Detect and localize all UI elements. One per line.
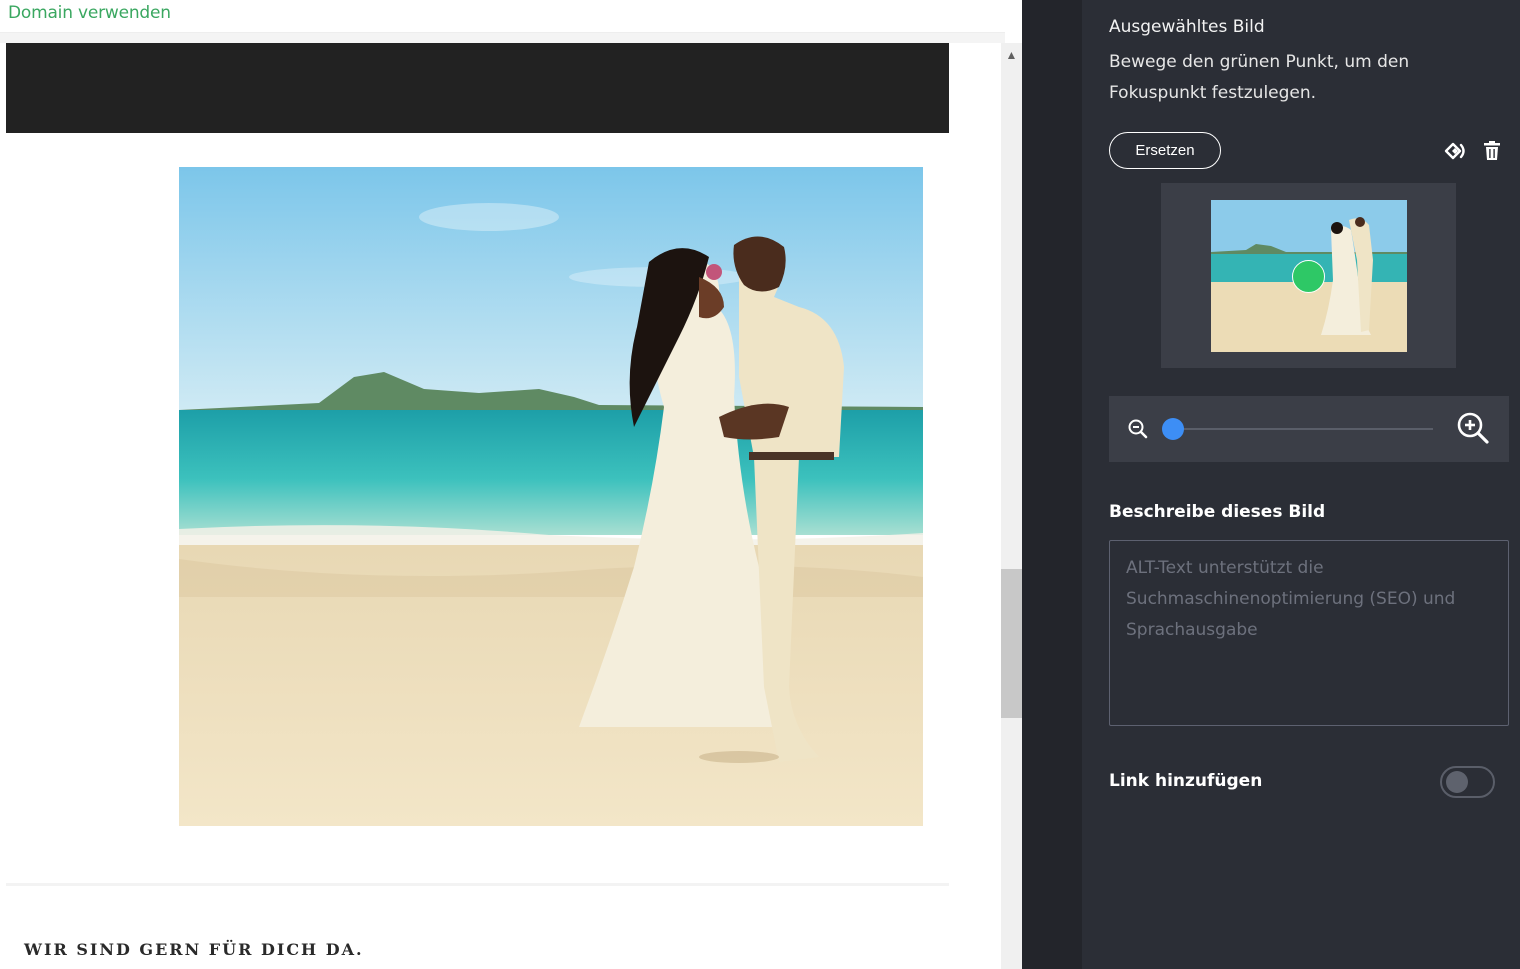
replace-button[interactable]: Ersetzen — [1109, 132, 1221, 169]
zoom-slider-track[interactable] — [1173, 428, 1433, 430]
header-section[interactable] — [6, 43, 949, 133]
alt-text-label: Beschreibe dieses Bild — [1109, 502, 1326, 522]
section-gap — [0, 33, 1005, 43]
panel-description: Bewege den grünen Punkt, um den Fokuspun… — [1109, 52, 1410, 103]
zoom-out-icon[interactable] — [1127, 418, 1149, 440]
image-settings-panel: Ausgewähltes Bild Bewege den grünen Punk… — [1082, 0, 1520, 969]
panel-title: Ausgewähltes Bild — [1109, 17, 1265, 37]
focus-point-preview — [1161, 183, 1456, 368]
alt-text-input[interactable] — [1109, 540, 1509, 726]
selected-image[interactable] — [179, 167, 923, 826]
scrollbar-track[interactable] — [1001, 43, 1022, 969]
swap-icon[interactable] — [1443, 139, 1467, 163]
scrollbar-thumb[interactable] — [1001, 569, 1022, 718]
toggle-knob — [1446, 771, 1468, 793]
add-link-label: Link hinzufügen — [1109, 771, 1263, 791]
add-link-toggle[interactable] — [1440, 766, 1495, 798]
panel-side-strip — [1022, 0, 1082, 969]
zoom-in-icon[interactable] — [1455, 410, 1491, 446]
focus-point-handle[interactable] — [1292, 260, 1325, 293]
editor-topbar: Domain verwenden — [0, 0, 1005, 33]
contact-heading[interactable]: WIR SIND GERN FÜR DICH DA. — [24, 940, 364, 959]
domain-link[interactable]: Domain verwenden — [8, 3, 171, 23]
zoom-slider-handle[interactable] — [1162, 418, 1184, 440]
chevron-up-icon[interactable]: ▲ — [1001, 46, 1022, 64]
website-preview: Domain verwenden WIR SIND GERN FÜR DICH … — [0, 0, 1022, 969]
trash-icon[interactable] — [1480, 139, 1504, 163]
zoom-control — [1109, 396, 1509, 462]
section-divider — [6, 883, 949, 886]
